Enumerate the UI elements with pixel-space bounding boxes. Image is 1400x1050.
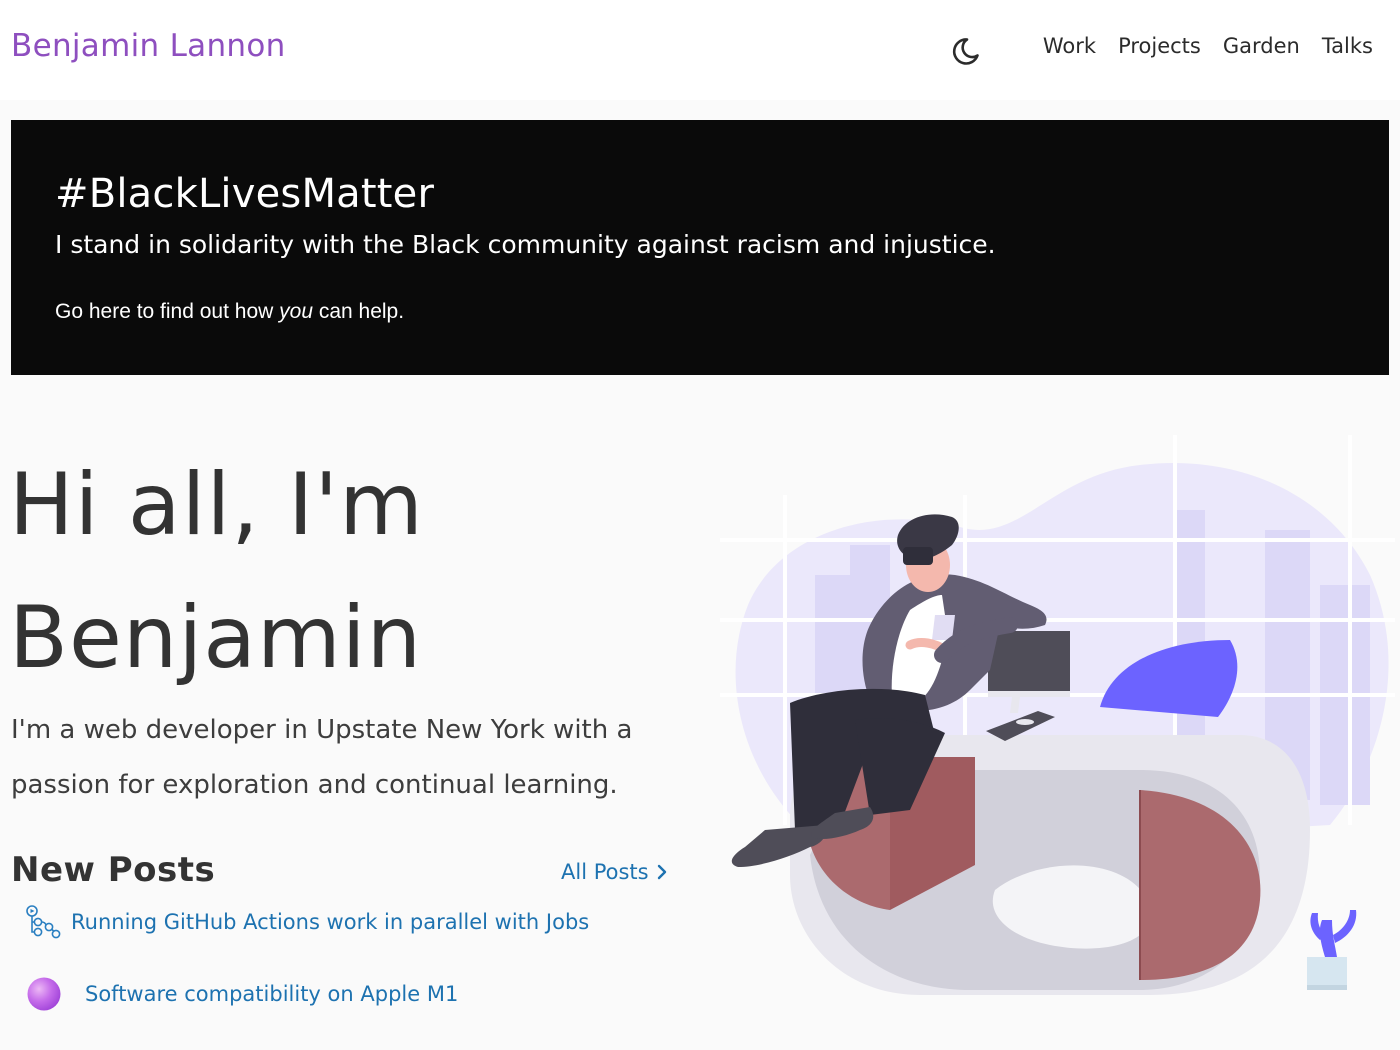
hero-greeting: Hi all, I'm [9, 455, 424, 555]
banner-help-link[interactable]: Go here to find out how you can help. [55, 300, 404, 324]
banner-link-emphasis: you [279, 300, 313, 323]
banner-text: I stand in solidarity with the Black com… [55, 230, 996, 259]
post-title: Software compatibility on Apple M1 [85, 982, 459, 1006]
nav-projects[interactable]: Projects [1118, 34, 1201, 58]
nav-work[interactable]: Work [1043, 34, 1096, 58]
github-actions-icon [26, 905, 61, 939]
blm-banner: #BlackLivesMatter I stand in solidarity … [11, 120, 1389, 375]
banner-link-after: can help. [313, 300, 405, 323]
main-nav: Work Projects Garden Talks [1043, 34, 1373, 58]
developer-at-desk-illustration [720, 435, 1395, 995]
post-title: Running GitHub Actions work in parallel … [71, 910, 590, 934]
chevron-right-icon [657, 864, 666, 880]
all-posts-label: All Posts [561, 860, 649, 884]
hero-intro: I'm a web developer in Upstate New York … [11, 715, 633, 800]
nav-garden[interactable]: Garden [1223, 34, 1300, 58]
post-item[interactable]: Running GitHub Actions work in parallel … [25, 904, 589, 940]
nav-talks[interactable]: Talks [1322, 34, 1373, 58]
hero-name: Benjamin [9, 588, 423, 688]
apple-m1-icon [27, 977, 61, 1011]
post-item[interactable]: Software compatibility on Apple M1 [27, 976, 458, 1012]
brand-link[interactable]: Benjamin Lannon [11, 28, 286, 64]
site-header: Benjamin Lannon Work Projects Garden Tal… [0, 0, 1400, 100]
moon-icon[interactable] [950, 31, 988, 69]
banner-title: #BlackLivesMatter [55, 171, 435, 217]
new-posts-heading: New Posts [11, 850, 216, 890]
all-posts-link[interactable]: All Posts [561, 860, 667, 884]
banner-link-before: Go here to find out how [55, 300, 280, 323]
